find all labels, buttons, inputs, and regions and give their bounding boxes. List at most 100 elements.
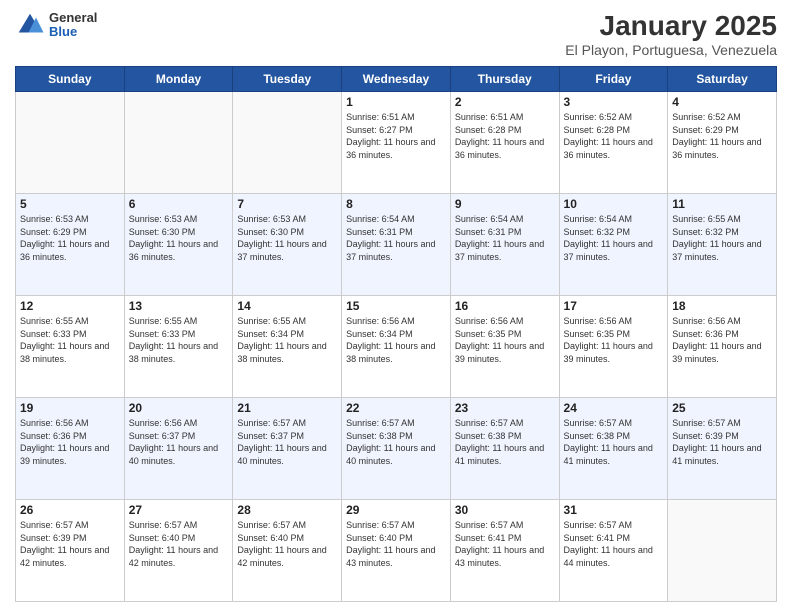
day-number: 28 (237, 503, 337, 517)
calendar-day-header: Wednesday (342, 67, 451, 92)
day-number: 7 (237, 197, 337, 211)
day-number: 14 (237, 299, 337, 313)
calendar-day-header: Tuesday (233, 67, 342, 92)
calendar-day-header: Thursday (450, 67, 559, 92)
calendar-day-header: Saturday (668, 67, 777, 92)
day-info: Sunrise: 6:57 AMSunset: 6:40 PMDaylight:… (129, 519, 229, 569)
day-number: 3 (564, 95, 664, 109)
calendar-cell: 15 Sunrise: 6:56 AMSunset: 6:34 PMDayligh… (342, 296, 451, 398)
calendar-cell: 22 Sunrise: 6:57 AMSunset: 6:38 PMDayligh… (342, 398, 451, 500)
calendar-cell: 24Sunrise: 6:57 AMSunset: 6:38 PMDayligh… (559, 398, 668, 500)
day-number: 27 (129, 503, 229, 517)
day-info: Sunrise: 6:56 AMSunset: 6:36 PMDaylight:… (672, 315, 772, 365)
calendar-cell: 1 Sunrise: 6:51 AMSunset: 6:27 PMDaylight… (342, 92, 451, 194)
calendar-cell: 14Sunrise: 6:55 AMSunset: 6:34 PMDayligh… (233, 296, 342, 398)
day-number: 5 (20, 197, 120, 211)
logo-blue: Blue (49, 25, 97, 39)
day-number: 12 (20, 299, 120, 313)
day-info: Sunrise: 6:57 AMSunset: 6:40 PMDaylight:… (346, 519, 446, 569)
day-info: Sunrise: 6:51 AMSunset: 6:28 PMDaylight:… (455, 111, 555, 161)
logo-general: General (49, 11, 97, 25)
day-number: 22 (346, 401, 446, 415)
calendar-cell: 31Sunrise: 6:57 AMSunset: 6:41 PMDayligh… (559, 500, 668, 602)
calendar-cell: 5 Sunrise: 6:53 AMSunset: 6:29 PMDaylight… (16, 194, 125, 296)
day-number: 8 (346, 197, 446, 211)
calendar-cell (233, 92, 342, 194)
calendar-week-row: 1 Sunrise: 6:51 AMSunset: 6:27 PMDaylight… (16, 92, 777, 194)
header: General Blue January 2025 El Playon, Por… (15, 10, 777, 58)
calendar-week-row: 5 Sunrise: 6:53 AMSunset: 6:29 PMDaylight… (16, 194, 777, 296)
calendar-cell: 21Sunrise: 6:57 AMSunset: 6:37 PMDayligh… (233, 398, 342, 500)
subtitle: El Playon, Portuguesa, Venezuela (565, 42, 777, 58)
calendar-cell: 23 Sunrise: 6:57 AMSunset: 6:38 PMDayligh… (450, 398, 559, 500)
day-info: Sunrise: 6:57 AMSunset: 6:38 PMDaylight:… (346, 417, 446, 467)
day-number: 13 (129, 299, 229, 313)
calendar-day-header: Monday (124, 67, 233, 92)
logo: General Blue (15, 10, 97, 40)
day-number: 19 (20, 401, 120, 415)
day-info: Sunrise: 6:56 AMSunset: 6:37 PMDaylight:… (129, 417, 229, 467)
calendar-cell: 27 Sunrise: 6:57 AMSunset: 6:40 PMDayligh… (124, 500, 233, 602)
day-number: 30 (455, 503, 555, 517)
day-number: 29 (346, 503, 446, 517)
day-number: 17 (564, 299, 664, 313)
day-info: Sunrise: 6:56 AMSunset: 6:34 PMDaylight:… (346, 315, 446, 365)
calendar-cell: 18 Sunrise: 6:56 AMSunset: 6:36 PMDayligh… (668, 296, 777, 398)
calendar-cell: 8 Sunrise: 6:54 AMSunset: 6:31 PMDaylight… (342, 194, 451, 296)
calendar-cell: 4Sunrise: 6:52 AMSunset: 6:29 PMDaylight… (668, 92, 777, 194)
day-info: Sunrise: 6:53 AMSunset: 6:30 PMDaylight:… (237, 213, 337, 263)
day-number: 16 (455, 299, 555, 313)
day-number: 4 (672, 95, 772, 109)
calendar-week-row: 26Sunrise: 6:57 AMSunset: 6:39 PMDayligh… (16, 500, 777, 602)
day-number: 24 (564, 401, 664, 415)
day-info: Sunrise: 6:54 AMSunset: 6:31 PMDaylight:… (346, 213, 446, 263)
calendar-cell: 12Sunrise: 6:55 AMSunset: 6:33 PMDayligh… (16, 296, 125, 398)
calendar-cell (668, 500, 777, 602)
calendar-cell: 19Sunrise: 6:56 AMSunset: 6:36 PMDayligh… (16, 398, 125, 500)
calendar-cell: 11 Sunrise: 6:55 AMSunset: 6:32 PMDayligh… (668, 194, 777, 296)
calendar-cell: 25 Sunrise: 6:57 AMSunset: 6:39 PMDayligh… (668, 398, 777, 500)
calendar-week-row: 19Sunrise: 6:56 AMSunset: 6:36 PMDayligh… (16, 398, 777, 500)
day-number: 11 (672, 197, 772, 211)
day-info: Sunrise: 6:57 AMSunset: 6:40 PMDaylight:… (237, 519, 337, 569)
calendar-cell: 9 Sunrise: 6:54 AMSunset: 6:31 PMDaylight… (450, 194, 559, 296)
day-info: Sunrise: 6:57 AMSunset: 6:41 PMDaylight:… (455, 519, 555, 569)
day-info: Sunrise: 6:57 AMSunset: 6:38 PMDaylight:… (455, 417, 555, 467)
calendar-day-header: Sunday (16, 67, 125, 92)
day-info: Sunrise: 6:55 AMSunset: 6:32 PMDaylight:… (672, 213, 772, 263)
day-number: 10 (564, 197, 664, 211)
calendar-cell: 2 Sunrise: 6:51 AMSunset: 6:28 PMDaylight… (450, 92, 559, 194)
main-title: January 2025 (565, 10, 777, 42)
calendar-table: SundayMondayTuesdayWednesdayThursdayFrid… (15, 66, 777, 602)
day-number: 18 (672, 299, 772, 313)
calendar-cell: 7 Sunrise: 6:53 AMSunset: 6:30 PMDaylight… (233, 194, 342, 296)
day-number: 6 (129, 197, 229, 211)
day-info: Sunrise: 6:56 AMSunset: 6:35 PMDaylight:… (564, 315, 664, 365)
day-number: 2 (455, 95, 555, 109)
day-number: 9 (455, 197, 555, 211)
calendar-cell: 20Sunrise: 6:56 AMSunset: 6:37 PMDayligh… (124, 398, 233, 500)
calendar-day-header: Friday (559, 67, 668, 92)
day-number: 25 (672, 401, 772, 415)
day-info: Sunrise: 6:53 AMSunset: 6:29 PMDaylight:… (20, 213, 120, 263)
day-number: 31 (564, 503, 664, 517)
day-info: Sunrise: 6:57 AMSunset: 6:39 PMDaylight:… (672, 417, 772, 467)
calendar-cell (124, 92, 233, 194)
day-info: Sunrise: 6:57 AMSunset: 6:37 PMDaylight:… (237, 417, 337, 467)
logo-text: General Blue (49, 11, 97, 40)
day-number: 23 (455, 401, 555, 415)
calendar-cell: 30 Sunrise: 6:57 AMSunset: 6:41 PMDayligh… (450, 500, 559, 602)
day-info: Sunrise: 6:53 AMSunset: 6:30 PMDaylight:… (129, 213, 229, 263)
day-info: Sunrise: 6:51 AMSunset: 6:27 PMDaylight:… (346, 111, 446, 161)
calendar-cell: 29 Sunrise: 6:57 AMSunset: 6:40 PMDayligh… (342, 500, 451, 602)
day-info: Sunrise: 6:56 AMSunset: 6:35 PMDaylight:… (455, 315, 555, 365)
calendar-cell: 16 Sunrise: 6:56 AMSunset: 6:35 PMDayligh… (450, 296, 559, 398)
day-number: 1 (346, 95, 446, 109)
day-info: Sunrise: 6:54 AMSunset: 6:31 PMDaylight:… (455, 213, 555, 263)
day-info: Sunrise: 6:57 AMSunset: 6:39 PMDaylight:… (20, 519, 120, 569)
page: General Blue January 2025 El Playon, Por… (0, 0, 792, 612)
day-number: 15 (346, 299, 446, 313)
calendar-cell: 17 Sunrise: 6:56 AMSunset: 6:35 PMDayligh… (559, 296, 668, 398)
calendar-week-row: 12Sunrise: 6:55 AMSunset: 6:33 PMDayligh… (16, 296, 777, 398)
day-info: Sunrise: 6:54 AMSunset: 6:32 PMDaylight:… (564, 213, 664, 263)
